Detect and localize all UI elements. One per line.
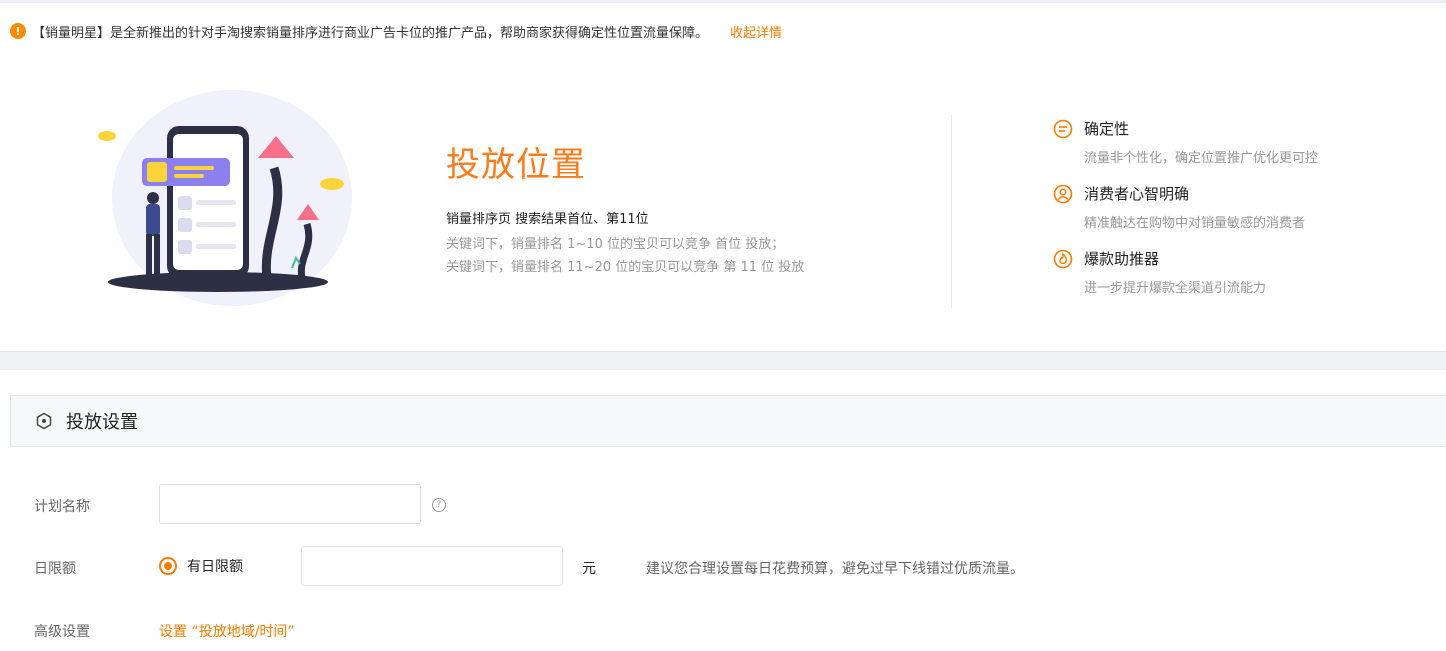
- hero-description: 关键词下，销量排名 1~10 位的宝贝可以竞争 首位 投放； 关键词下，销量排名…: [446, 233, 804, 279]
- currency-unit: 元: [582, 561, 596, 577]
- feature-desc: 进一步提升爆款全渠道引流能力: [1084, 281, 1267, 296]
- help-icon[interactable]: ?: [432, 498, 446, 512]
- feature-title: 确定性: [1084, 120, 1130, 138]
- daily-limit-label: 日限额: [34, 561, 76, 577]
- user-icon: [1053, 184, 1073, 203]
- daily-limit-radio[interactable]: 有日限额: [159, 556, 243, 576]
- advanced-settings-link[interactable]: 设置 “投放地域/时间”: [159, 621, 295, 641]
- daily-limit-input[interactable]: [301, 546, 563, 586]
- budget-tip: 建议您合理设置每日花费预算，避免过早下线错过优质流量。: [646, 561, 1024, 577]
- top-border: [0, 0, 1446, 3]
- collapse-details-link[interactable]: 收起详情: [730, 22, 782, 41]
- phone-illustration: [98, 90, 352, 306]
- plan-name-label: 计划名称: [34, 499, 90, 515]
- feature-desc: 流量非个性化，确定位置推广优化更可控: [1084, 151, 1319, 166]
- plan-name-input[interactable]: [159, 484, 421, 524]
- notice-bar: ! 【销量明星】是全新推出的针对手淘搜索销量排序进行商业广告卡位的推广产品，帮助…: [10, 21, 782, 41]
- hero-divider: [951, 115, 952, 308]
- radio-checked-icon[interactable]: [159, 557, 177, 575]
- hero-desc-line-2: 关键词下，销量排名 11~20 位的宝贝可以竞争 第 11 位 投放: [446, 260, 805, 275]
- section-separator: [0, 351, 1446, 370]
- section-title: 投放设置: [66, 412, 138, 433]
- hero-desc-line-1: 关键词下，销量排名 1~10 位的宝贝可以竞争 首位 投放；: [446, 237, 785, 252]
- feature-desc: 精准触达在购物中对销量敏感的消费者: [1084, 216, 1306, 231]
- hero-title: 投放位置: [446, 145, 586, 185]
- hero-subtitle: 销量排序页 搜索结果首位、第11位: [446, 212, 649, 227]
- hexagon-icon: [36, 412, 52, 430]
- fire-icon: [1053, 249, 1073, 268]
- feature-title: 爆款助推器: [1084, 250, 1160, 268]
- hero-banner: 投放位置 销量排序页 搜索结果首位、第11位 关键词下，销量排名 1~10 位的…: [0, 60, 1446, 350]
- info-icon: !: [10, 23, 26, 39]
- feature-certainty: 确定性 流量非个性化，确定位置推广优化更可控: [1053, 118, 1318, 166]
- delivery-settings-header: 投放设置: [10, 395, 1446, 447]
- advanced-settings-label: 高级设置: [34, 624, 90, 640]
- target-list-icon: [1053, 119, 1073, 138]
- radio-label: 有日限额: [187, 559, 243, 575]
- feature-title: 消费者心智明确: [1084, 185, 1190, 203]
- feature-booster: 爆款助推器 进一步提升爆款全渠道引流能力: [1053, 248, 1266, 296]
- feature-consumer-mind: 消费者心智明确 精准触达在购物中对销量敏感的消费者: [1053, 183, 1305, 231]
- notice-text: 【销量明星】是全新推出的针对手淘搜索销量排序进行商业广告卡位的推广产品，帮助商家…: [32, 25, 709, 41]
